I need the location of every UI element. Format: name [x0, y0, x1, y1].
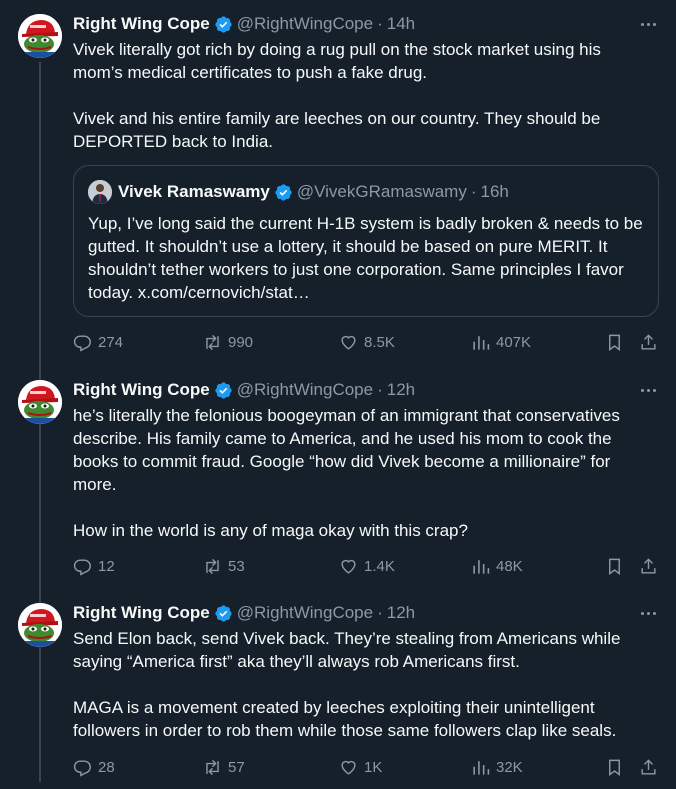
bookmark-icon	[609, 334, 620, 351]
repost-count: 990	[228, 333, 254, 351]
repost-icon	[206, 334, 219, 350]
verified-badge-icon[interactable]	[214, 381, 233, 400]
display-name[interactable]: Right Wing Cope	[73, 380, 210, 400]
tweet-text: he’s literally the felonious boogeyman o…	[73, 406, 620, 540]
reply-icon	[73, 558, 91, 576]
views-chart-icon	[473, 559, 490, 574]
tweet-text: Vivek literally got rich by doing a rug …	[73, 40, 601, 151]
bookmark-button[interactable]	[605, 755, 624, 779]
like-button[interactable]: 1K	[339, 755, 382, 779]
display-name[interactable]: Right Wing Cope	[73, 603, 210, 623]
repost-button[interactable]: 57	[203, 755, 245, 779]
quote-display-name: Vivek Ramaswamy	[118, 182, 270, 201]
views-button[interactable]: 407K	[471, 330, 531, 354]
view-count: 407K	[496, 333, 532, 351]
bookmark-icon	[609, 558, 620, 575]
bookmark-button[interactable]	[605, 330, 624, 354]
avatar[interactable]	[18, 603, 62, 647]
frog-mascot-icon	[18, 14, 62, 58]
avatar[interactable]	[18, 380, 62, 424]
more-options-icon[interactable]	[638, 380, 658, 400]
quote-text: Yup, I’ve long said the current H-1B sys…	[88, 214, 643, 302]
tweet-header: Right Wing Cope @RightWingCope · 12h	[73, 602, 415, 624]
share-button[interactable]	[639, 330, 658, 354]
verified-badge-icon[interactable]	[214, 604, 233, 623]
reply-count: 12	[98, 557, 115, 575]
view-count: 48K	[496, 557, 523, 575]
view-count: 32K	[496, 758, 523, 776]
frog-mascot-icon	[18, 603, 62, 647]
separator: ·	[377, 603, 383, 622]
reply-button[interactable]: 274	[73, 330, 123, 354]
quote-header: Vivek Ramaswamy @VivekGRamaswamy · 16h	[88, 180, 509, 204]
repost-button[interactable]: 990	[203, 330, 253, 354]
like-button[interactable]: 8.5K	[339, 330, 395, 354]
share-icon	[641, 557, 656, 574]
avatar[interactable]	[18, 14, 62, 58]
quote-avatar	[88, 180, 112, 204]
reply-icon	[73, 759, 91, 777]
repost-icon	[206, 558, 219, 574]
bookmark-button[interactable]	[605, 554, 624, 578]
heart-icon	[341, 335, 356, 350]
separator: ·	[377, 14, 383, 33]
action-bar: 12 53 1.4K 48K	[73, 554, 663, 578]
separator: ·	[470, 182, 477, 201]
display-name[interactable]: Right Wing Cope	[73, 14, 210, 34]
views-button[interactable]: 48K	[471, 554, 523, 578]
bookmark-icon	[609, 759, 620, 776]
heart-icon	[341, 760, 356, 775]
reply-icon	[73, 334, 91, 352]
like-button[interactable]: 1.4K	[339, 554, 395, 578]
share-button[interactable]	[639, 755, 658, 779]
views-button[interactable]: 32K	[471, 755, 523, 779]
quoted-tweet[interactable]: Vivek Ramaswamy @VivekGRamaswamy · 16h Y…	[73, 165, 659, 317]
timestamp[interactable]: 12h	[387, 603, 415, 623]
heart-icon	[341, 559, 356, 574]
user-handle[interactable]: @RightWingCope	[237, 603, 373, 623]
share-icon	[641, 333, 656, 350]
views-chart-icon	[473, 335, 490, 350]
frog-mascot-icon	[18, 380, 62, 424]
quote-user-handle: @VivekGRamaswamy	[296, 182, 467, 201]
verified-badge-icon[interactable]	[214, 15, 233, 34]
reply-button[interactable]: 12	[73, 554, 115, 578]
reply-button[interactable]: 28	[73, 755, 115, 779]
repost-button[interactable]: 53	[203, 554, 245, 578]
person-photo-icon	[88, 180, 112, 204]
action-bar: 274 990 8.5K 407K	[73, 330, 663, 354]
share-icon	[641, 758, 656, 775]
reply-count: 28	[98, 758, 115, 776]
like-count: 1K	[364, 758, 383, 776]
more-options-icon[interactable]	[638, 14, 658, 34]
like-count: 1.4K	[364, 557, 395, 575]
views-chart-icon	[473, 760, 490, 775]
action-bar: 28 57 1K 32K	[73, 755, 663, 779]
user-handle[interactable]: @RightWingCope	[237, 14, 373, 34]
user-handle[interactable]: @RightWingCope	[237, 380, 373, 400]
reply-count: 274	[98, 333, 124, 351]
more-options-icon[interactable]	[638, 603, 658, 623]
timestamp[interactable]: 14h	[387, 14, 415, 34]
verified-badge-icon	[275, 183, 292, 201]
separator: ·	[377, 380, 383, 399]
tweet-header: Right Wing Cope @RightWingCope · 12h	[73, 379, 415, 401]
repost-count: 53	[228, 557, 245, 575]
like-count: 8.5K	[364, 333, 395, 351]
repost-icon	[206, 759, 219, 775]
tweet-header: Right Wing Cope @RightWingCope · 14h	[73, 13, 415, 35]
tweet-text: Send Elon back, send Vivek back. They’re…	[73, 629, 621, 740]
repost-count: 57	[228, 758, 245, 776]
share-button[interactable]	[639, 554, 658, 578]
quote-timestamp: 16h	[480, 182, 509, 201]
timestamp[interactable]: 12h	[387, 380, 415, 400]
